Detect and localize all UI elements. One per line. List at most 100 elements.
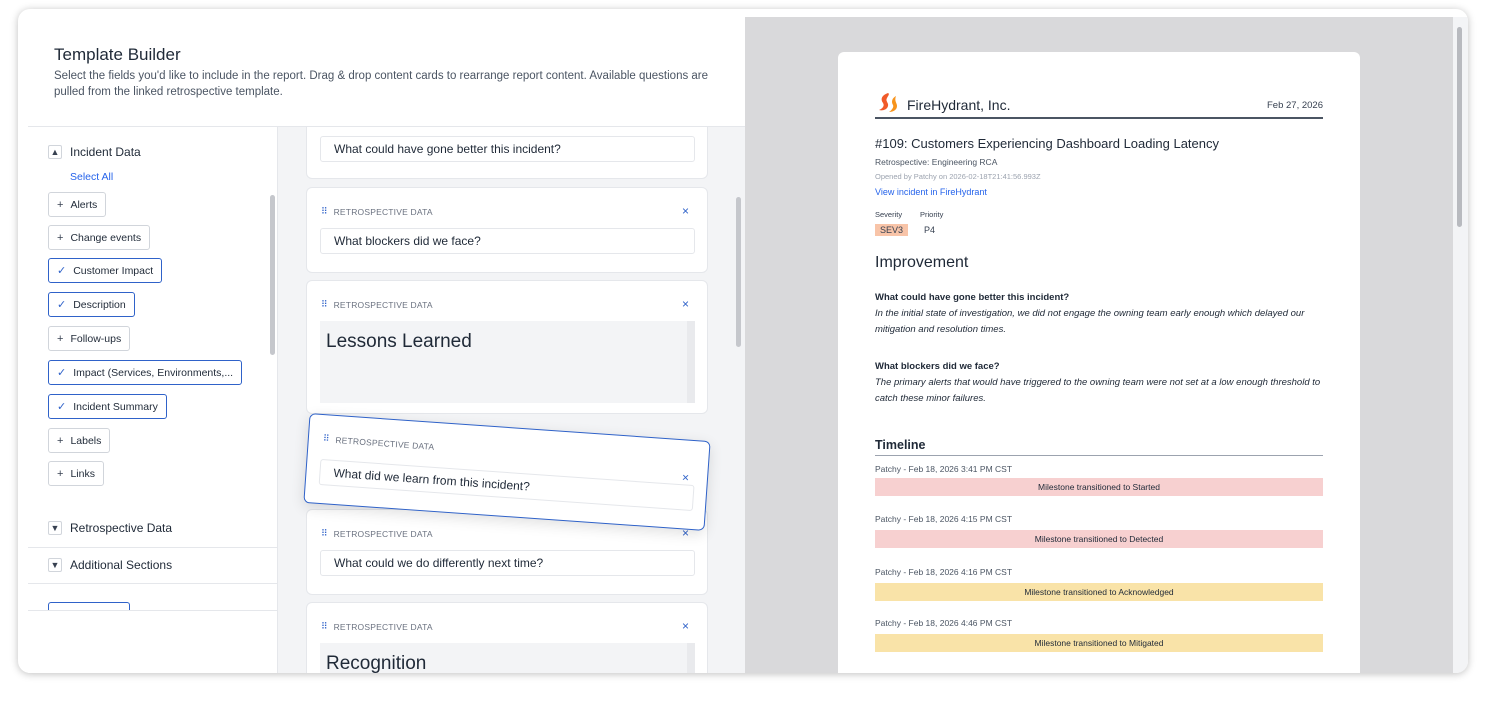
report-date: Feb 27, 2026	[1267, 100, 1323, 111]
card-category-text: RETROSPECTIVE DATA	[333, 621, 433, 632]
timeline-meta: Patchy - Feb 18, 2026 4:46 PM CST	[875, 618, 1013, 628]
field-chip-label: Alerts	[70, 198, 98, 211]
close-icon[interactable]: ×	[682, 204, 689, 218]
content-card[interactable]: ⠿ RETROSPECTIVE DATA × Lessons Learned	[306, 280, 708, 414]
report-page: FireHydrant, Inc. Feb 27, 2026 #109: Cus…	[838, 52, 1360, 673]
incident-title: #109: Customers Experiencing Dashboard L…	[875, 136, 1219, 151]
chevron-up-icon: ▲	[48, 145, 62, 159]
page-title: Template Builder	[54, 45, 181, 64]
field-chip-change-events[interactable]: + Change events	[48, 225, 151, 250]
close-icon[interactable]: ×	[682, 619, 689, 633]
timeline-event: Milestone transitioned to Detected	[875, 530, 1323, 548]
card-category-label: ⠿ RETROSPECTIVE DATA	[321, 528, 433, 539]
content-card[interactable]: ⠿ RETROSPECTIVE DATA × What blockers did…	[306, 187, 708, 273]
plus-icon: +	[57, 332, 64, 345]
section-incident-data[interactable]: ▲ Incident Data	[48, 145, 141, 159]
section-heading-field[interactable]: Recognition	[320, 643, 695, 673]
field-chip-label: Impact (Services, Environments,...	[73, 366, 234, 379]
field-chip-follow-ups[interactable]: + Follow-ups	[48, 326, 131, 351]
priority-label: Priority	[920, 210, 944, 219]
drag-handle-icon[interactable]: ⠿	[321, 206, 328, 217]
firehydrant-logo-icon	[879, 93, 897, 112]
retrospective-name: Retrospective: Engineering RCA	[875, 157, 998, 167]
timeline-meta: Patchy - Feb 18, 2026 4:16 PM CST	[875, 567, 1013, 577]
priority-value: P4	[924, 225, 936, 235]
section-label: Retrospective Data	[70, 521, 173, 535]
field-chip-label: Labels	[70, 434, 102, 447]
report-question: What could have gone better this inciden…	[875, 292, 1070, 303]
app-window: Template Builder Select the fields you'd…	[18, 9, 1468, 673]
plus-icon: +	[57, 198, 64, 211]
timeline-event: Milestone transitioned to Started	[875, 478, 1323, 496]
report-question: What blockers did we face?	[875, 361, 1000, 372]
divider	[28, 547, 277, 548]
preview-scrollbar[interactable]	[1457, 27, 1462, 227]
timeline-divider	[875, 455, 1323, 456]
field-chip-label: Incident Summary	[73, 400, 158, 413]
plus-icon: +	[57, 231, 64, 244]
report-answer: In the initial state of investigation, w…	[875, 308, 1305, 335]
chevron-down-icon: ▼	[48, 521, 62, 535]
card-category-label: ⠿ RETROSPECTIVE DATA	[321, 621, 433, 632]
field-chip-partial[interactable]	[48, 602, 130, 610]
check-icon: ✓	[57, 299, 67, 311]
plus-icon: +	[57, 467, 64, 480]
drag-handle-icon[interactable]: ⠿	[321, 299, 328, 310]
drag-handle-icon[interactable]: ⠿	[322, 433, 329, 444]
field-chip-label: Links	[70, 467, 95, 480]
content-card[interactable]: ⠿ RETROSPECTIVE DATA × Recognition	[306, 602, 708, 673]
report-answer: The primary alerts that would have trigg…	[875, 377, 1321, 404]
field-chip-customer-impact[interactable]: ✓ Customer Impact	[48, 258, 163, 283]
opened-by: Opened by Patchy on 2026-02-18T21:41:56.…	[875, 172, 1041, 181]
field-chip-alerts[interactable]: + Alerts	[48, 192, 107, 217]
report-preview-panel: FireHydrant, Inc. Feb 27, 2026 #109: Cus…	[745, 17, 1453, 673]
close-icon[interactable]: ×	[682, 470, 690, 484]
divider	[28, 583, 277, 584]
timeline-event: Milestone transitioned to Acknowledged	[875, 583, 1323, 601]
timeline-meta: Patchy - Feb 18, 2026 3:41 PM CST	[875, 464, 1013, 474]
field-chip-label: Follow-ups	[70, 332, 122, 345]
drag-handle-icon[interactable]: ⠿	[321, 528, 328, 539]
chevron-down-icon: ▼	[48, 558, 62, 572]
field-chip-impact[interactable]: ✓ Impact (Services, Environments,...	[48, 360, 243, 385]
section-additional-sections[interactable]: ▼ Additional Sections	[48, 558, 172, 572]
card-category-label: ⠿ RETROSPECTIVE DATA	[321, 299, 433, 310]
close-icon[interactable]: ×	[682, 297, 689, 311]
content-cards-column: What could have gone better this inciden…	[278, 127, 745, 673]
cards-scrollbar[interactable]	[736, 197, 741, 347]
severity-badge: SEV3	[875, 224, 909, 236]
timeline-meta: Patchy - Feb 18, 2026 4:15 PM CST	[875, 514, 1013, 524]
card-category-text: RETROSPECTIVE DATA	[333, 528, 433, 539]
section-label: Incident Data	[70, 145, 141, 159]
check-icon: ✓	[57, 265, 67, 277]
view-incident-link[interactable]: View incident in FireHydrant	[875, 187, 987, 197]
template-builder-panel: Template Builder Select the fields you'd…	[28, 17, 745, 673]
content-card[interactable]: What could have gone better this inciden…	[306, 127, 708, 179]
timeline-event: Milestone transitioned to Mitigated	[875, 634, 1323, 652]
timeline-title: Timeline	[875, 438, 926, 452]
field-chip-description[interactable]: ✓ Description	[48, 292, 135, 317]
header-divider	[875, 117, 1323, 119]
builder-header: Template Builder Select the fields you'd…	[28, 17, 745, 127]
question-field[interactable]: What could we do differently next time?	[320, 550, 695, 576]
select-all-link[interactable]: Select All	[70, 171, 113, 183]
drag-handle-icon[interactable]: ⠿	[321, 621, 328, 632]
field-chip-incident-summary[interactable]: ✓ Incident Summary	[48, 394, 167, 419]
field-chip-labels[interactable]: + Labels	[48, 428, 111, 453]
plus-icon: +	[57, 434, 64, 447]
card-category-text: RETROSPECTIVE DATA	[333, 206, 433, 217]
fields-scrollbar[interactable]	[270, 195, 275, 355]
section-heading-field[interactable]: Lessons Learned	[320, 321, 695, 403]
card-category-text: RETROSPECTIVE DATA	[335, 434, 435, 452]
question-field[interactable]: What could have gone better this inciden…	[320, 136, 695, 162]
section-retrospective-data[interactable]: ▼ Retrospective Data	[48, 521, 172, 535]
card-category-label: ⠿ RETROSPECTIVE DATA	[321, 206, 433, 217]
section-label: Additional Sections	[70, 558, 173, 572]
section-title: Improvement	[875, 254, 969, 271]
field-chip-label: Customer Impact	[73, 264, 154, 277]
field-chip-label: Change events	[70, 231, 142, 244]
field-chip-links[interactable]: + Links	[48, 461, 104, 486]
field-chip-label: Description	[73, 298, 126, 311]
question-field[interactable]: What did we learn from this incident?	[318, 458, 695, 512]
question-field[interactable]: What blockers did we face?	[320, 228, 695, 254]
